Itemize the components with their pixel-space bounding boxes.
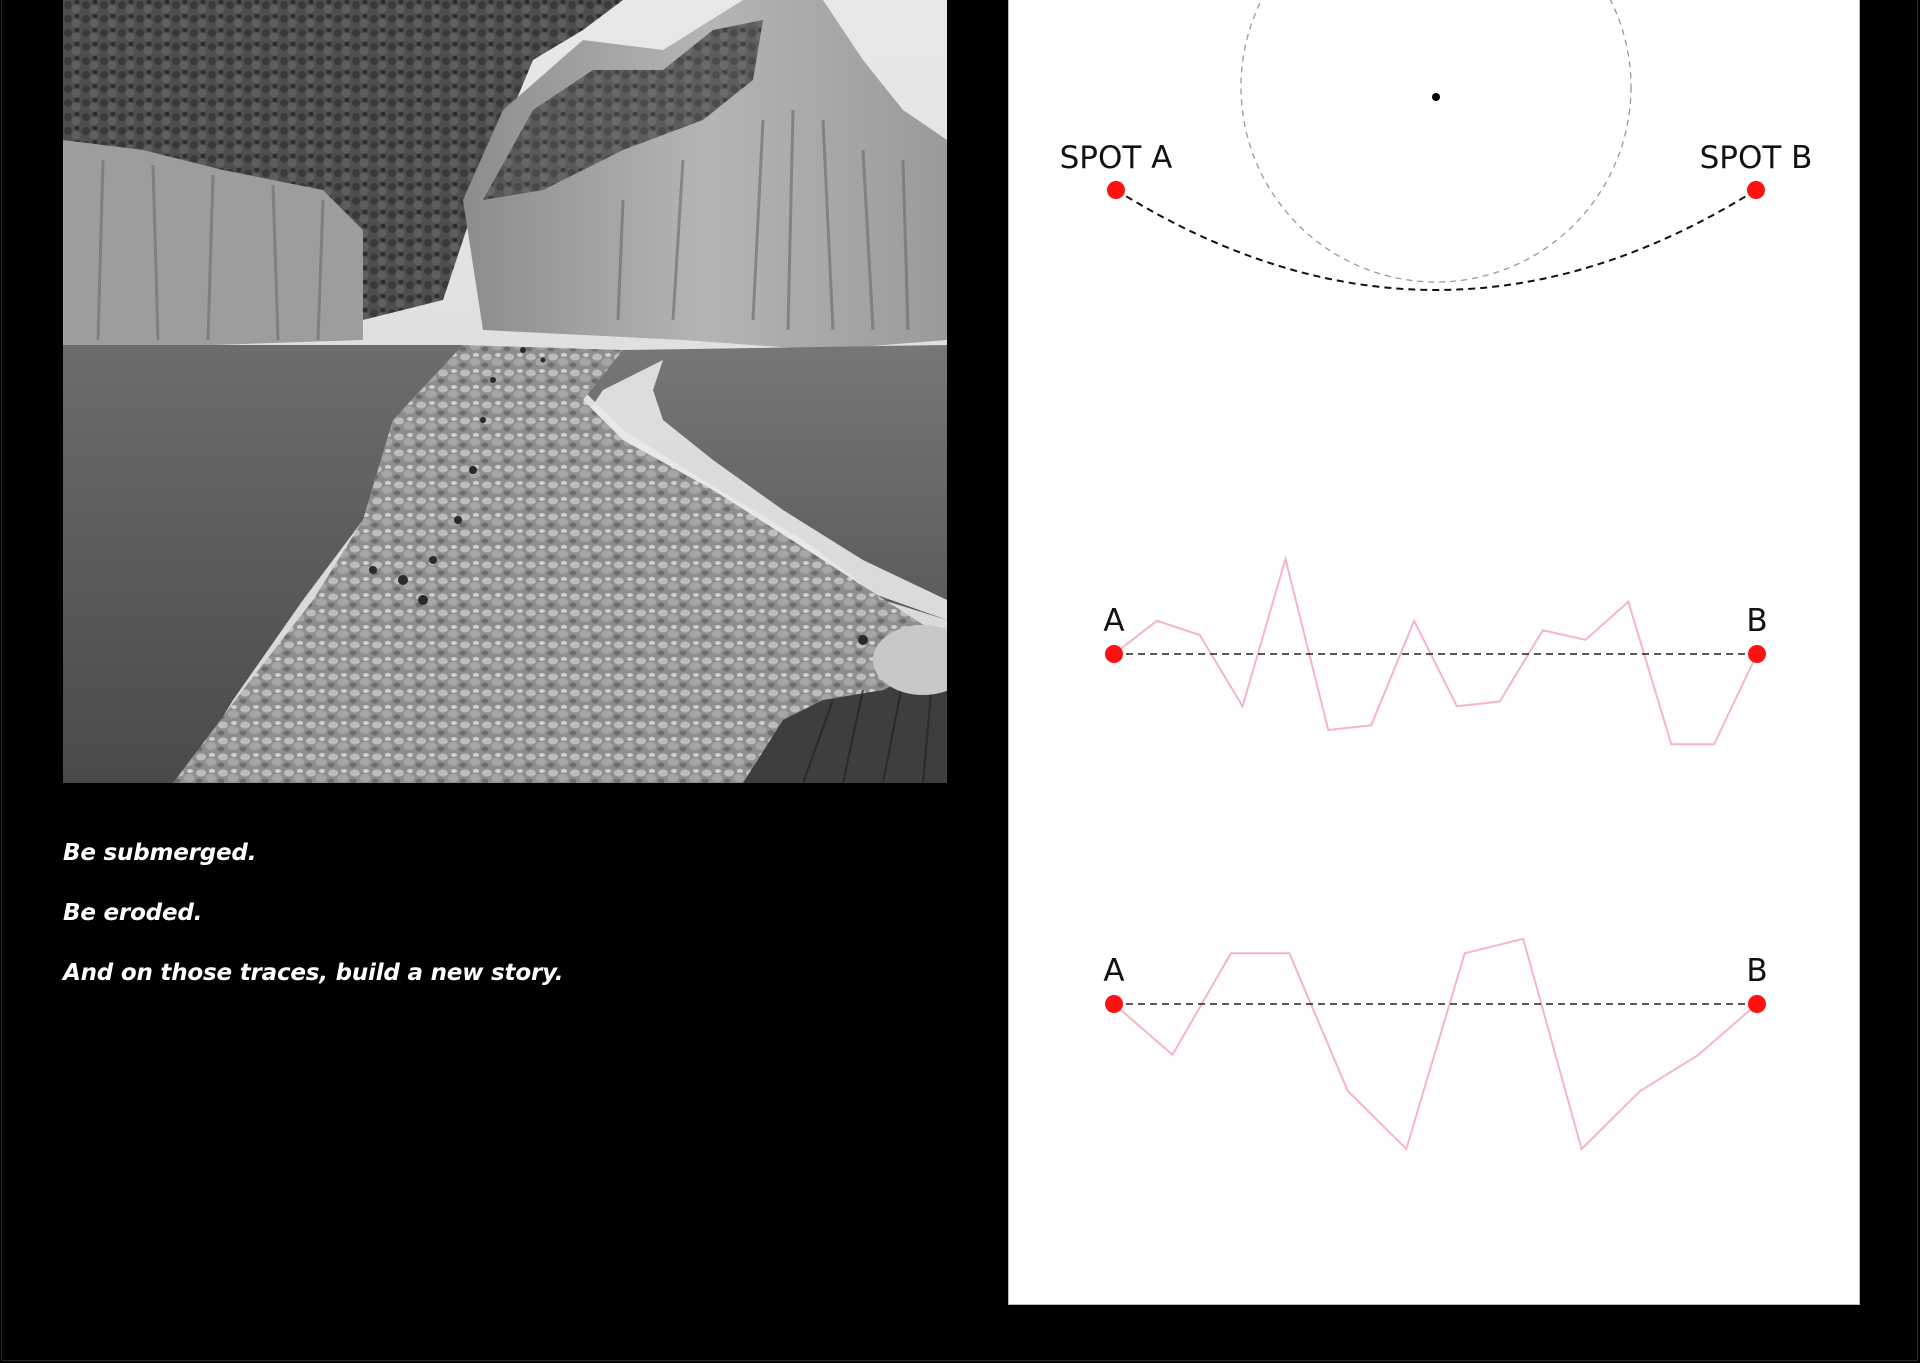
trace-diagram-bottom: A B [1103, 937, 1768, 1151]
label-a-bottom: A [1103, 953, 1124, 989]
point-a-bottom [1105, 995, 1123, 1013]
caption-block: Be submerged. Be eroded. And on those tr… [63, 840, 943, 1020]
caption-line-1: Be submerged. [63, 840, 257, 866]
photo-image [63, 0, 947, 783]
spot-diagram: SPOT A SPOT B [1060, 0, 1813, 470]
trace-diagram-middle: A B [1103, 555, 1768, 746]
caption-line-3: And on those traces, build a new story. [63, 960, 564, 986]
caption-line-2: Be eroded. [63, 900, 203, 926]
spot-b-point [1747, 181, 1765, 199]
spot-a-point [1107, 181, 1125, 199]
label-b-bottom: B [1746, 953, 1767, 989]
coastal-causeway-photo [63, 0, 947, 783]
label-a-middle: A [1103, 603, 1124, 639]
spot-a-label: SPOT A [1060, 140, 1173, 176]
spot-b-label: SPOT B [1700, 140, 1813, 176]
label-b-middle: B [1746, 603, 1767, 639]
point-b-bottom [1748, 995, 1766, 1013]
center-point [1432, 93, 1440, 101]
point-b-middle [1748, 645, 1766, 663]
diagram-canvas: SPOT A SPOT B A B A B [1060, 0, 1813, 1151]
trace-line-bottom [1113, 937, 1758, 1151]
diagram-panel: SPOT A SPOT B A B A B [1008, 0, 1860, 1305]
point-a-middle [1105, 645, 1123, 663]
trace-line-middle [1113, 555, 1758, 746]
